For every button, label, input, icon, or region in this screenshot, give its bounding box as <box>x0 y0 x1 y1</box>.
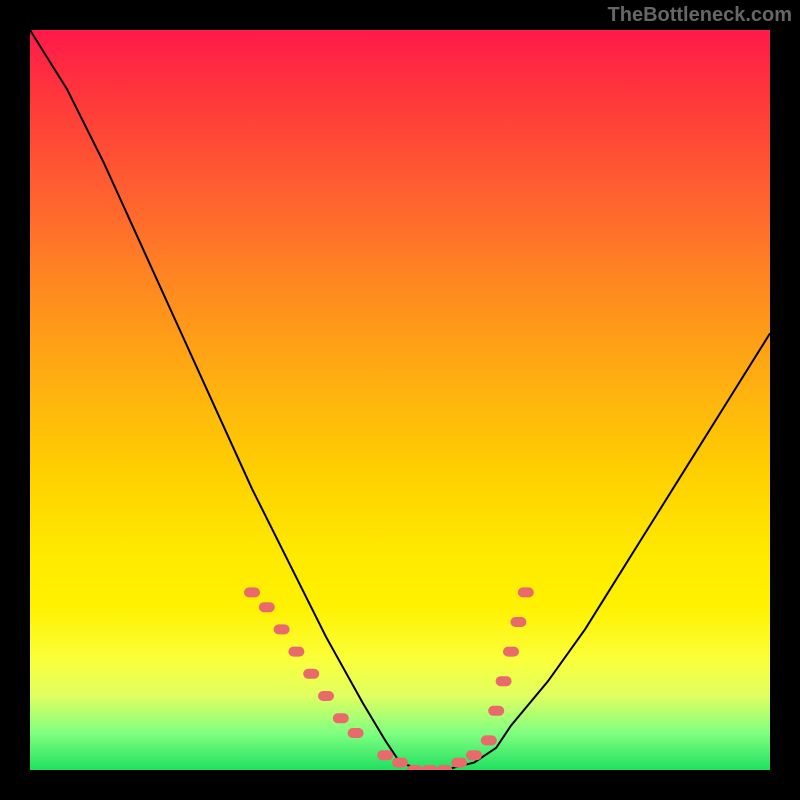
chart-svg <box>30 30 770 770</box>
marker-point <box>288 647 304 657</box>
marker-point <box>422 765 438 770</box>
marker-point <box>481 735 497 745</box>
marker-point <box>510 617 526 627</box>
marker-point <box>348 728 364 738</box>
marker-point <box>274 624 290 634</box>
marker-point <box>303 669 319 679</box>
marker-point <box>392 758 408 768</box>
marker-point <box>377 750 393 760</box>
marker-point <box>244 587 260 597</box>
marker-point <box>318 691 334 701</box>
chart-plot-area <box>30 30 770 770</box>
marker-point <box>466 750 482 760</box>
marker-point <box>436 765 452 770</box>
marker-point <box>407 765 423 770</box>
marker-point <box>451 758 467 768</box>
curve-markers <box>244 587 534 770</box>
marker-point <box>496 676 512 686</box>
curve-line <box>30 30 770 770</box>
marker-point <box>259 602 275 612</box>
watermark-text: TheBottleneck.com <box>608 4 792 27</box>
marker-point <box>518 587 534 597</box>
marker-point <box>503 647 519 657</box>
marker-point <box>333 713 349 723</box>
marker-point <box>488 706 504 716</box>
